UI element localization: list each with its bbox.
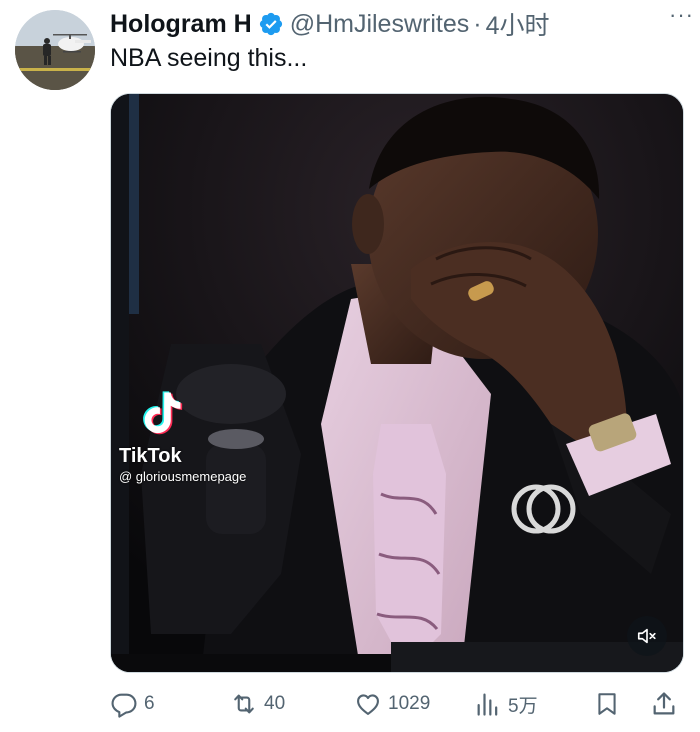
tiktok-username: @ gloriousmemepage — [119, 469, 247, 484]
tiktok-brand-label: TikTok — [119, 445, 182, 467]
share-icon — [653, 692, 675, 715]
tweet-video[interactable]: TikTok @ gloriousmemepage — [110, 93, 684, 673]
speaker-muted-icon — [637, 628, 656, 644]
tiktok-watermark: TikTok @ gloriousmemepage — [119, 386, 246, 484]
mute-toggle-button[interactable] — [627, 616, 667, 656]
like-button[interactable]: 1029 — [354, 686, 430, 722]
author-name[interactable]: Hologram H — [110, 10, 252, 39]
analytics-bar-icon — [477, 693, 498, 716]
like-count: 1029 — [388, 693, 431, 714]
verified-badge-icon — [258, 11, 284, 37]
tweet-header: Hologram H @HmJileswrites · 4小时 — [110, 6, 688, 42]
tweet-timestamp[interactable]: 4小时 — [486, 6, 550, 42]
bookmark-icon — [598, 693, 616, 715]
share-button[interactable] — [650, 686, 678, 722]
retweet-button[interactable]: 40 — [230, 686, 285, 722]
tweet-text: NBA seeing this... — [110, 44, 308, 72]
tiktok-logo-icon — [143, 391, 183, 435]
retweet-count: 40 — [264, 693, 286, 714]
header-separator: · — [473, 9, 482, 38]
more-options-icon[interactable]: ··· — [669, 4, 694, 26]
reply-button[interactable]: 6 — [110, 686, 155, 722]
video-frame — [111, 94, 683, 672]
heart-icon — [357, 694, 379, 715]
views-button[interactable]: 5万 — [474, 686, 538, 722]
author-avatar[interactable] — [15, 10, 95, 90]
reply-count: 6 — [144, 693, 155, 714]
tweet-action-bar: 6 40 1029 5万 — [110, 686, 684, 722]
author-handle[interactable]: @HmJileswrites — [290, 10, 470, 39]
retweet-icon — [234, 694, 254, 714]
view-count: 5万 — [508, 695, 538, 717]
reply-icon — [111, 693, 137, 718]
bookmark-button[interactable] — [594, 686, 620, 722]
